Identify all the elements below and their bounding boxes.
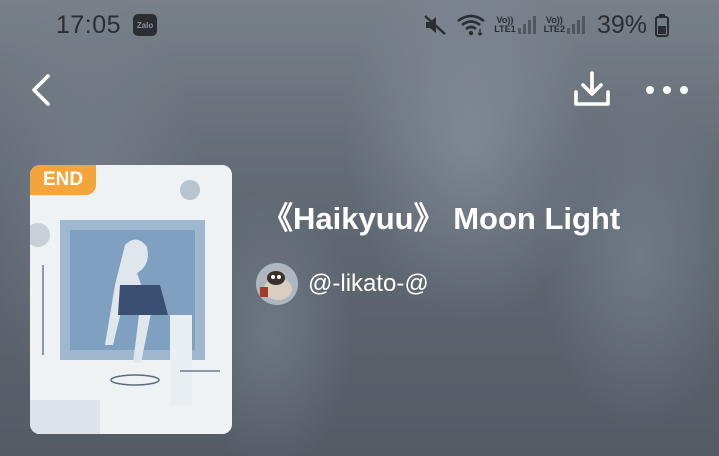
- status-icons: Vo)) LTE1 Vo)) LTE2 39%: [422, 11, 669, 40]
- story-title: 《Haikyuu》 Moon Light: [262, 201, 621, 236]
- signal-icon: [517, 16, 536, 34]
- mute-icon: [422, 13, 448, 37]
- battery-icon: [655, 13, 669, 37]
- status-bar: 17:05 Zalo Vo)) LTE1 Vo)) LTE2 39%: [0, 0, 719, 50]
- more-horizontal-icon: [663, 86, 671, 94]
- more-options-button[interactable]: [642, 74, 692, 106]
- signal-icon: [566, 16, 585, 34]
- author-link[interactable]: @-likato-@: [256, 262, 429, 306]
- download-icon: [574, 71, 610, 106]
- download-button[interactable]: [570, 68, 614, 112]
- more-horizontal-icon: [680, 86, 688, 94]
- author-name: @-likato-@: [308, 270, 429, 297]
- status-time: 17:05: [56, 10, 122, 39]
- sim2-indicator: Vo)) LTE2: [544, 14, 585, 36]
- sim1-indicator: Vo)) LTE1: [494, 14, 536, 36]
- more-horizontal-icon: [646, 86, 654, 94]
- story-cover[interactable]: END: [30, 165, 232, 434]
- cover-illustration: [30, 165, 232, 434]
- sim2-lte-label: LTE2: [543, 24, 565, 34]
- chevron-left-icon: [32, 74, 50, 106]
- end-status-badge: END: [30, 165, 96, 195]
- top-nav: [0, 60, 719, 120]
- battery-percent: 39%: [596, 10, 647, 39]
- sim1-lte-label: LTE1: [494, 24, 516, 34]
- back-button[interactable]: [22, 68, 62, 112]
- zalo-notification-icon: Zalo: [133, 14, 158, 36]
- avatar: [256, 263, 298, 305]
- wifi-icon: [456, 13, 486, 37]
